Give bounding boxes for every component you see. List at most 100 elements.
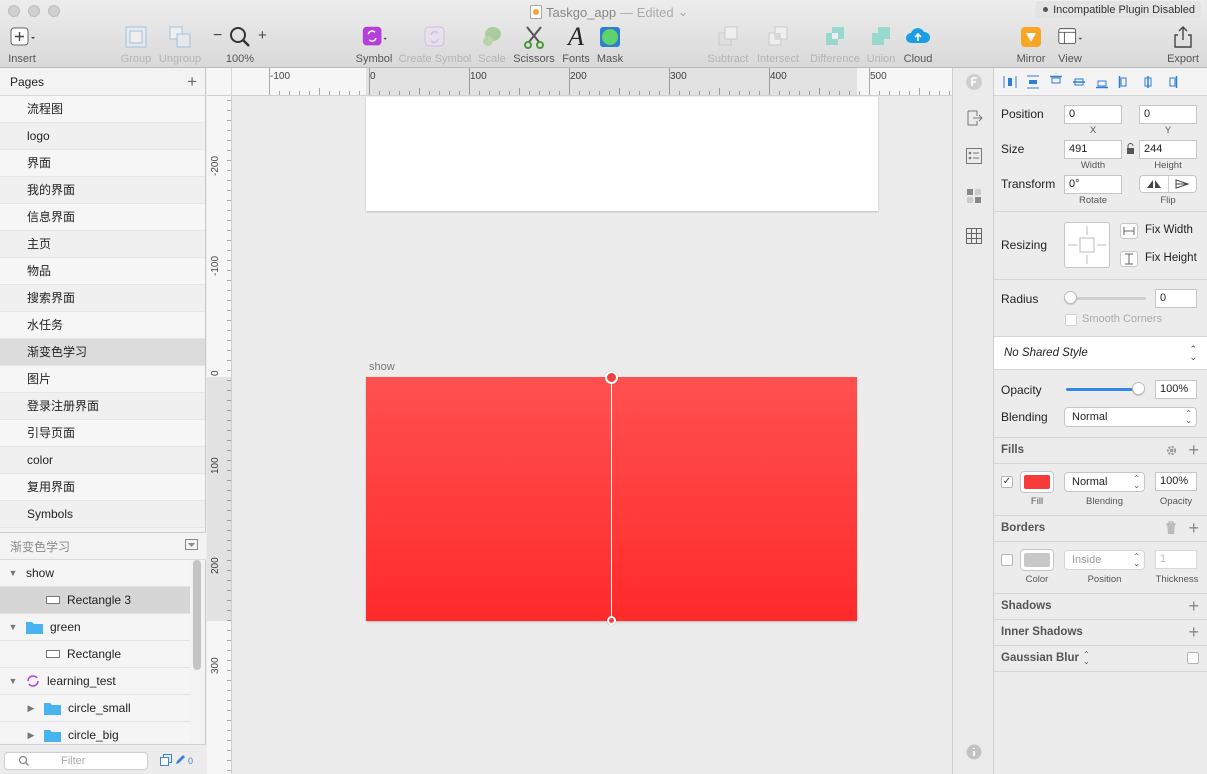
page-item[interactable]: 复用界面 (0, 474, 205, 501)
height-field[interactable]: 244 (1139, 140, 1197, 159)
add-fill-button[interactable]: + (1188, 441, 1199, 459)
page-item[interactable]: color (0, 447, 205, 474)
align-bottom-icon[interactable] (1094, 74, 1110, 90)
horizontal-ruler[interactable]: -100 0 100 200 300 400 500 (232, 68, 952, 96)
page-item[interactable]: 信息界面 (0, 204, 205, 231)
add-shadow-button[interactable]: + (1188, 597, 1199, 615)
flip-vertical-icon[interactable] (1169, 176, 1197, 192)
export-frame-icon[interactable] (964, 108, 984, 128)
gaussian-blur-title[interactable]: Gaussian Blur (1001, 652, 1079, 664)
smooth-corners-checkbox[interactable] (1065, 314, 1077, 326)
disclosure-expanded-icon[interactable]: ▼ (8, 568, 18, 578)
layer-row[interactable]: Rectangle (0, 641, 190, 668)
page-item[interactable]: 流程图 (0, 96, 205, 123)
zoom-window-button[interactable] (48, 5, 60, 17)
vertical-ruler[interactable]: -200 -100 0 100 200 300 (207, 96, 232, 774)
distribute-vertical-icon[interactable] (1025, 74, 1041, 90)
layer-row-selected[interactable]: Rectangle 3 (0, 587, 190, 614)
resizing-widget[interactable] (1064, 222, 1110, 268)
page-item[interactable]: logo (0, 123, 205, 150)
zoom-in-button[interactable]: + (258, 27, 267, 44)
gradient-end-handle[interactable] (607, 616, 616, 625)
add-page-button[interactable]: + (187, 72, 197, 92)
radius-slider-knob[interactable] (1064, 291, 1077, 304)
radius-slider-track[interactable] (1068, 297, 1146, 300)
prototype-icon[interactable] (964, 146, 984, 166)
gradient-handle-line[interactable] (611, 377, 612, 621)
grid-icon[interactable] (964, 226, 984, 246)
disclosure-collapsed-icon[interactable]: ▶ (26, 730, 36, 740)
collapse-layers-icon[interactable] (185, 539, 198, 553)
opacity-field[interactable]: 100% (1155, 380, 1197, 399)
page-item[interactable]: 我的界面 (0, 177, 205, 204)
add-inner-shadow-button[interactable]: + (1188, 623, 1199, 641)
opacity-slider-track[interactable] (1066, 388, 1142, 391)
page-item[interactable]: Symbols (0, 501, 205, 528)
fill-settings-gear-icon[interactable] (1165, 444, 1178, 460)
x-field[interactable]: 0 (1064, 105, 1122, 124)
page-item[interactable]: 引导页面 (0, 420, 205, 447)
opacity-slider-knob[interactable] (1132, 382, 1145, 395)
window-title[interactable]: Taskgo_app — Edited ⌄ (530, 4, 689, 20)
create-symbol-button[interactable]: Create Symbol (399, 23, 471, 65)
rotate-field[interactable]: 0° (1064, 175, 1122, 194)
fill-opacity-field[interactable]: 100% (1155, 472, 1197, 491)
delete-border-trash-icon[interactable] (1165, 521, 1177, 537)
page-item[interactable]: 界面 (0, 150, 205, 177)
minimize-window-button[interactable] (28, 5, 40, 17)
page-item[interactable]: 图片 (0, 366, 205, 393)
page-item[interactable]: 物品 (0, 258, 205, 285)
page-item[interactable]: 搜索界面 (0, 285, 205, 312)
fix-height-icon[interactable] (1120, 251, 1138, 267)
export-button[interactable]: Export (1153, 23, 1207, 65)
align-left-icon[interactable] (1117, 74, 1133, 90)
view-button[interactable]: View (1040, 23, 1100, 65)
distribute-horizontal-icon[interactable] (1002, 74, 1018, 90)
page-item[interactable]: 登录注册界面 (0, 393, 205, 420)
border-color-well[interactable] (1020, 549, 1054, 571)
close-window-button[interactable] (8, 5, 20, 17)
ungroup-button[interactable]: Ungroup (150, 23, 210, 65)
layer-row[interactable]: ▶ circle_small (0, 695, 190, 722)
magnifier-icon[interactable] (226, 23, 254, 51)
canvas[interactable]: show (233, 97, 952, 774)
disclosure-expanded-icon[interactable]: ▼ (8, 622, 18, 632)
align-right-icon[interactable] (1163, 74, 1179, 90)
disclosure-collapsed-icon[interactable]: ▶ (26, 703, 36, 713)
copy-layers-icon[interactable] (160, 754, 172, 768)
tiles-icon[interactable] (964, 186, 984, 206)
info-icon[interactable] (964, 742, 984, 762)
fill-enabled-checkbox[interactable]: ✓ (1001, 476, 1013, 488)
layer-row[interactable]: ▼ green (0, 614, 190, 641)
layer-row[interactable]: ▼ show (0, 560, 190, 587)
border-position-select[interactable]: Inside ⌃ ⌄ (1064, 550, 1145, 570)
layer-row[interactable]: ▶ circle_big (0, 722, 190, 742)
intersect-button[interactable]: Intersect (748, 23, 808, 65)
incompatible-plugin-notice[interactable]: Incompatible Plugin Disabled (1035, 1, 1201, 18)
fix-width-icon[interactable] (1120, 223, 1138, 239)
gradient-start-handle[interactable] (605, 371, 618, 384)
edit-pencil-icon[interactable] (174, 754, 186, 768)
lock-ratio-icon[interactable] (1126, 143, 1135, 157)
add-border-button[interactable]: + (1188, 519, 1199, 537)
y-field[interactable]: 0 (1139, 105, 1197, 124)
width-field[interactable]: 491 (1064, 140, 1122, 159)
page-item-selected[interactable]: 渐变色学习 (0, 339, 205, 366)
fix-height-label[interactable]: Fix Height (1145, 252, 1197, 264)
gaussian-blur-checkbox[interactable] (1187, 652, 1199, 664)
align-center-icon[interactable] (1140, 74, 1156, 90)
radius-field[interactable]: 0 (1155, 289, 1197, 308)
flip-horizontal-icon[interactable] (1140, 176, 1169, 192)
plugin-icon[interactable] (964, 72, 984, 92)
layers-scrollbar[interactable] (193, 560, 201, 670)
shared-style-selector[interactable]: No Shared Style ⌃ ⌄ (994, 337, 1207, 370)
fill-blending-select[interactable]: Normal ⌃ ⌄ (1064, 472, 1145, 492)
align-top-icon[interactable] (1048, 74, 1064, 90)
page-item[interactable]: 主页 (0, 231, 205, 258)
border-enabled-checkbox[interactable] (1001, 554, 1013, 566)
page-item[interactable]: 水任务 (0, 312, 205, 339)
disclosure-expanded-icon[interactable]: ▼ (8, 676, 18, 686)
fix-width-label[interactable]: Fix Width (1145, 224, 1193, 236)
insert-button[interactable]: Insert (0, 23, 52, 65)
mask-button[interactable]: Mask (580, 23, 640, 65)
